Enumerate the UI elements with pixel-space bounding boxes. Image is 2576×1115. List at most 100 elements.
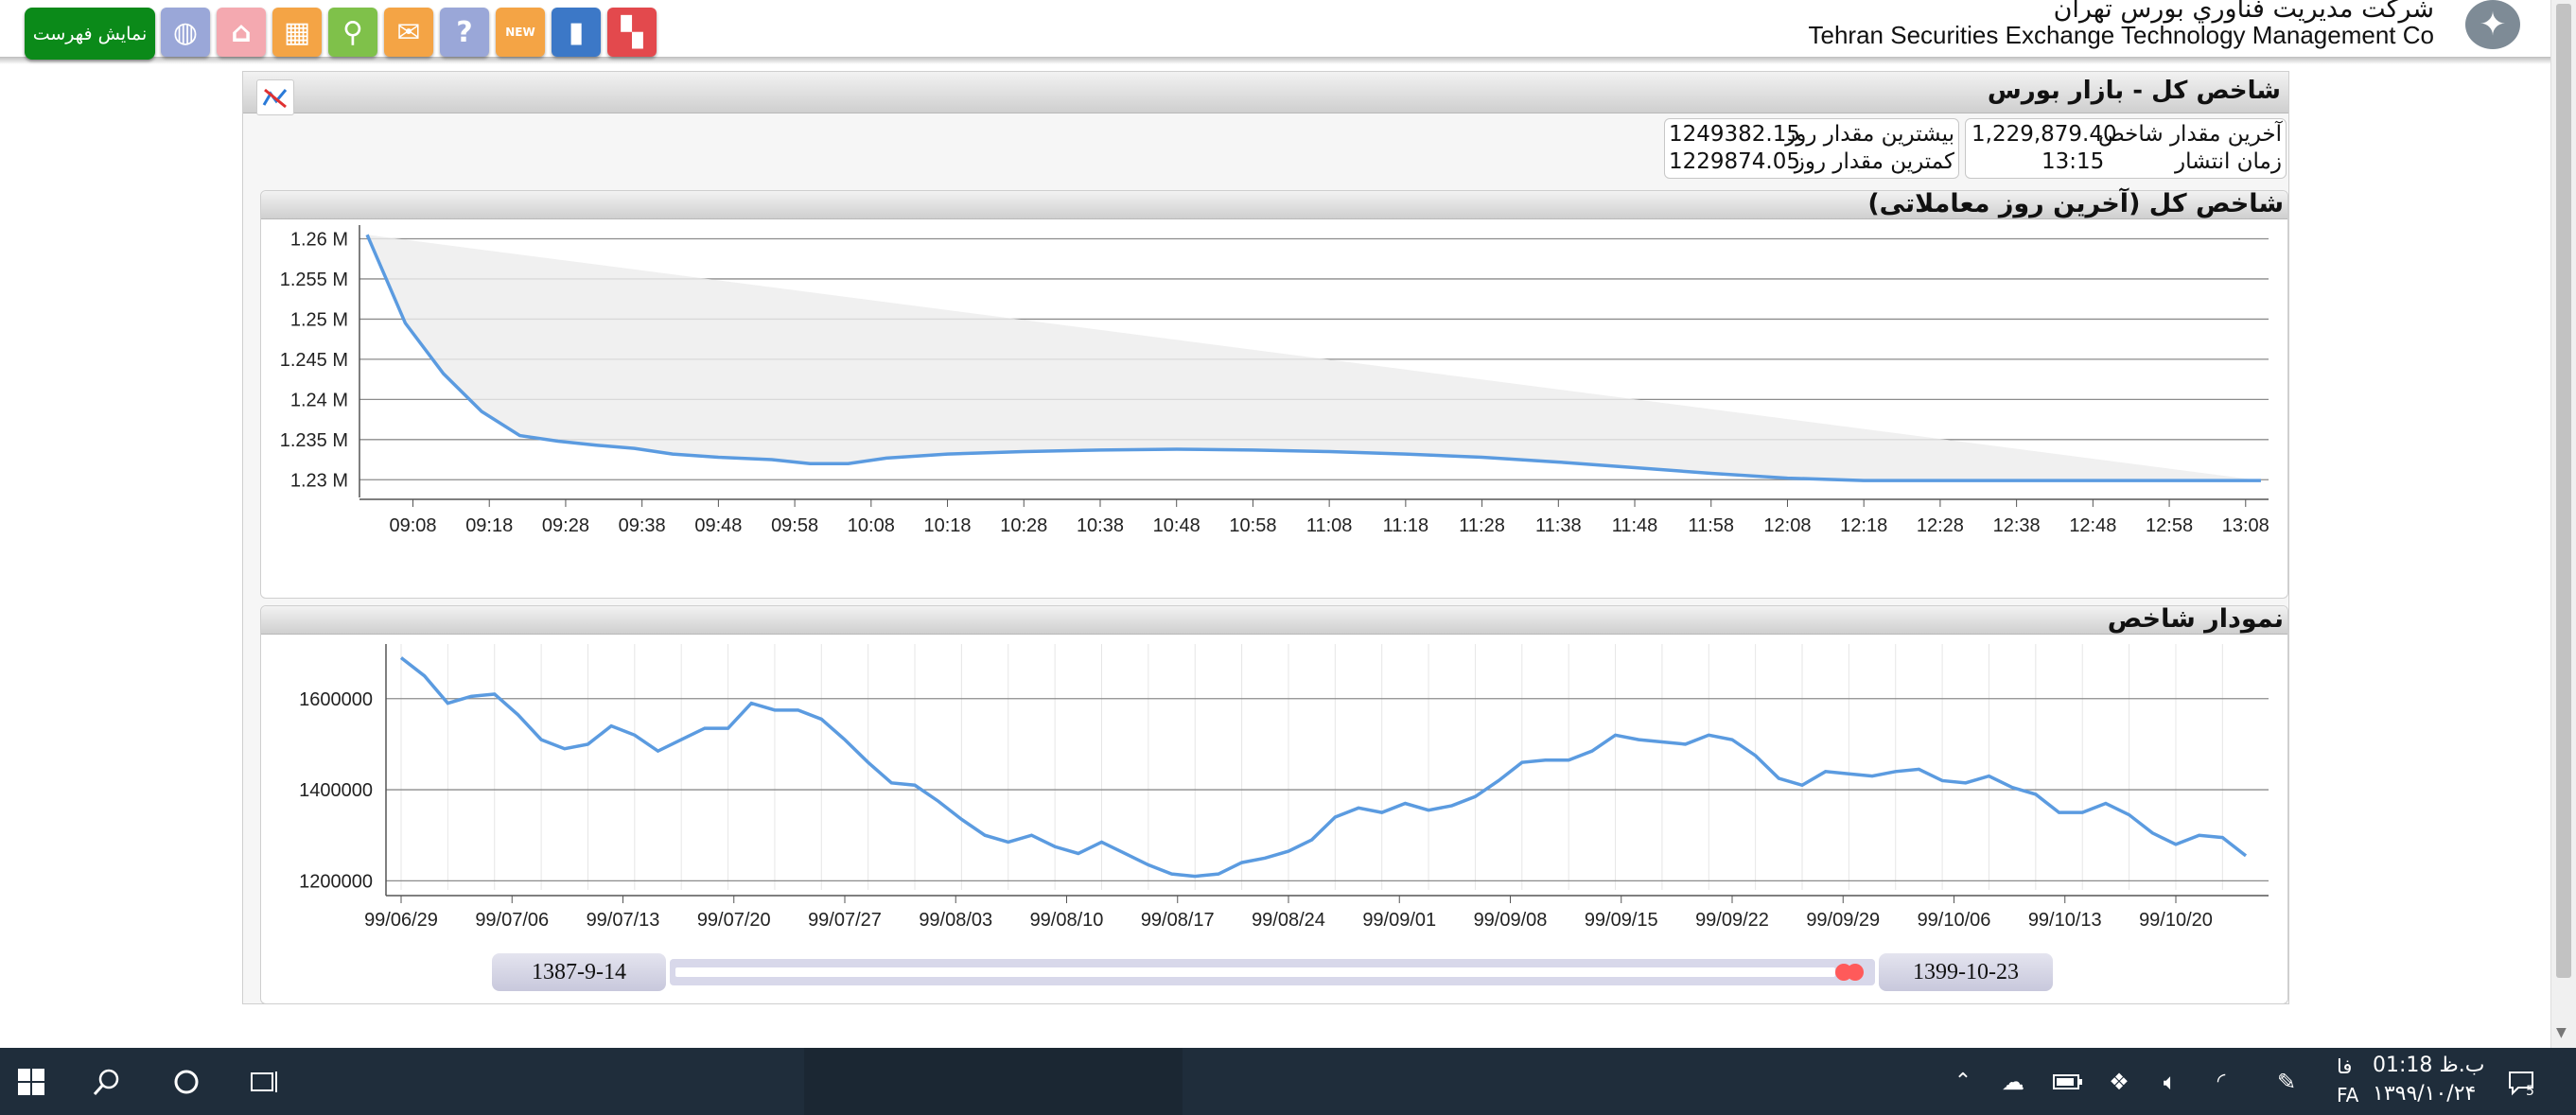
battery-icon[interactable] xyxy=(2047,1048,2089,1115)
x-tick-label: 99/08/10 xyxy=(1030,910,1104,931)
show-list-button[interactable]: نمایش فهرست xyxy=(25,8,155,60)
toolbar-shadow xyxy=(0,57,2554,64)
chart-tool-icon xyxy=(262,88,288,109)
new-icon: NEW xyxy=(505,26,535,39)
x-tick-label: 99/06/29 xyxy=(364,910,438,931)
company-name-en: Tehran Securities Exchange Technology Ma… xyxy=(1808,21,2434,49)
x-tick-label: 10:08 xyxy=(848,515,895,536)
range-selection xyxy=(675,967,1835,977)
range-handle-right[interactable] xyxy=(1847,964,1864,981)
intraday-chart-card: شاخص کل (آخرین روز معاملاتی) 1.23 M 1.235… xyxy=(260,190,2288,599)
x-tick-label: 99/08/24 xyxy=(1252,910,1325,931)
taskbar-search-icon[interactable] xyxy=(83,1048,131,1115)
clock-time[interactable]: ب.ظ 01:18 xyxy=(2373,1054,2484,1077)
panel-title: شاخص کل - بازار بورس xyxy=(243,72,2288,113)
x-tick-label: 11:38 xyxy=(1535,515,1582,536)
globe-icon: ◍ xyxy=(172,15,199,49)
x-tick-label: 99/10/13 xyxy=(2028,910,2102,931)
chevron-up-icon[interactable]: ⌃ xyxy=(1944,1048,1982,1115)
notifications-count: 5 xyxy=(2526,1084,2534,1099)
x-tick-label: 09:58 xyxy=(771,515,818,536)
y-tick-label: 1.245 M xyxy=(280,350,348,371)
x-tick-label: 11:18 xyxy=(1383,515,1429,536)
x-tick-label: 99/07/06 xyxy=(475,910,549,931)
chart-report-button[interactable]: ▮ xyxy=(552,8,601,57)
scrollbar-thumb[interactable] xyxy=(2556,4,2571,978)
x-tick-label: 12:08 xyxy=(1763,515,1811,536)
date-range-slider[interactable]: 1387-9-14 1399-10-23 xyxy=(492,953,2053,993)
task-view-icon[interactable] xyxy=(240,1048,288,1115)
x-tick-label: 11:08 xyxy=(1306,515,1353,536)
last-value-label: آخرین مقدار شاخص xyxy=(2097,122,2282,147)
windows-start-icon[interactable] xyxy=(8,1048,55,1115)
x-tick-label: 99/10/20 xyxy=(2139,910,2213,931)
table-button[interactable]: ▦ xyxy=(272,8,322,57)
day-min: 1229874.05 xyxy=(1669,149,1801,174)
y-tick-label: 1.25 M xyxy=(290,309,348,330)
grid-icon: ▚ xyxy=(621,15,643,49)
intraday-area xyxy=(367,235,2261,481)
publish-time-label: زمان انتشار xyxy=(2174,149,2282,174)
wifi-icon[interactable]: ◜ xyxy=(2200,1048,2242,1115)
page-scrollbar[interactable]: ▼ xyxy=(2550,0,2576,1048)
new-button[interactable]: NEW xyxy=(496,8,545,57)
home-button[interactable]: ⌂ xyxy=(217,8,266,57)
x-tick-label: 12:58 xyxy=(2146,515,2193,536)
y-tick-label: 1.24 M xyxy=(290,390,348,410)
volume-icon[interactable]: 🔈︎ xyxy=(2149,1048,2191,1115)
x-tick-label: 10:28 xyxy=(1000,515,1047,536)
x-tick-label: 99/08/17 xyxy=(1141,910,1215,931)
range-end-label[interactable]: 1399-10-23 xyxy=(1879,953,2053,991)
clock-date[interactable]: ۱۳۹۹/۱۰/۲۴ xyxy=(2373,1082,2476,1106)
y-tick-label: 1400000 xyxy=(299,780,373,801)
language-indicator-fa[interactable]: فا xyxy=(2337,1055,2352,1078)
x-tick-label: 99/07/13 xyxy=(587,910,660,931)
intraday-index-chart[interactable]: 1.23 M 1.235 M 1.24 M 1.245 M 1.25 M 1.255 M 1… xyxy=(261,219,2286,598)
last-value: 1,229,879.40 xyxy=(1971,122,2117,147)
intraday-chart-title: شاخص کل (آخرین روز معاملاتی) xyxy=(261,191,2287,219)
notifications-icon[interactable]: 5 xyxy=(2497,1048,2545,1115)
x-tick-label: 09:28 xyxy=(542,515,589,536)
day-max: 1249382.15 xyxy=(1669,122,1801,147)
x-tick-label: 99/08/03 xyxy=(919,910,992,931)
y-tick-label: 1.26 M xyxy=(290,229,348,250)
day-min-label: کمترین مقدار روز xyxy=(1794,149,1954,174)
pen-icon[interactable]: ✎ xyxy=(2266,1048,2307,1115)
last-value-box: آخرین مقدار شاخص 1,229,879.40 زمان انتشا… xyxy=(1965,118,2287,179)
x-tick-label: 10:48 xyxy=(1153,515,1200,536)
range-start-label[interactable]: 1387-9-14 xyxy=(492,953,666,991)
language-indicator-en[interactable]: FA xyxy=(2337,1084,2358,1106)
x-tick-label: 11:48 xyxy=(1612,515,1658,536)
message-button[interactable]: ✉ xyxy=(384,8,433,57)
help-icon: ? xyxy=(456,15,473,49)
dropbox-icon[interactable]: ❖ xyxy=(2098,1048,2140,1115)
y-tick-label: 1.235 M xyxy=(280,430,348,451)
cortana-icon[interactable] xyxy=(163,1048,210,1115)
x-tick-label: 09:48 xyxy=(694,515,742,536)
x-tick-label: 99/09/29 xyxy=(1806,910,1880,931)
x-tick-label: 99/07/20 xyxy=(697,910,771,931)
x-tick-label: 10:38 xyxy=(1077,515,1124,536)
windows-taskbar: ⌃ ☁ ❖ 🔈︎ ◜ ✎ فا FA ب.ظ 01:18 ۱۳۹۹/۱۰/۲۴ … xyxy=(0,1048,2576,1115)
index-panel: شاخص کل - بازار بورس آخرین مقدار شاخص 1,… xyxy=(242,71,2289,1004)
day-range-box: بیشترین مقدار روز 1249382.15 کمترین مقدا… xyxy=(1664,118,1959,179)
x-tick-label: 12:18 xyxy=(1840,515,1887,536)
home-icon: ⌂ xyxy=(231,15,252,49)
search-button[interactable]: ⚲ xyxy=(328,8,377,57)
history-index-chart[interactable]: 1200000 1400000 1600000 99/06/29 99/07/06 99/… xyxy=(261,635,2286,937)
range-track[interactable] xyxy=(670,959,1875,985)
search-icon: ⚲ xyxy=(342,15,363,49)
panel-title-text: شاخص کل - بازار بورس xyxy=(1987,77,2281,105)
onedrive-icon[interactable]: ☁ xyxy=(1992,1048,2034,1115)
y-tick-label: 1.23 M xyxy=(290,470,348,491)
x-tick-label: 12:28 xyxy=(1917,515,1964,536)
index-history-line xyxy=(399,656,2248,879)
history-chart-title-text: نمودار شاخص xyxy=(2107,604,2284,634)
x-tick-label: 10:58 xyxy=(1229,515,1276,536)
help-button[interactable]: ? xyxy=(440,8,489,57)
scroll-down-icon[interactable]: ▼ xyxy=(2556,1025,2567,1040)
chart-tool-button[interactable] xyxy=(256,79,294,115)
grid-button[interactable]: ▚ xyxy=(607,8,657,57)
x-tick-label: 99/09/01 xyxy=(1362,910,1436,931)
globe-button[interactable]: ◍ xyxy=(161,8,210,57)
